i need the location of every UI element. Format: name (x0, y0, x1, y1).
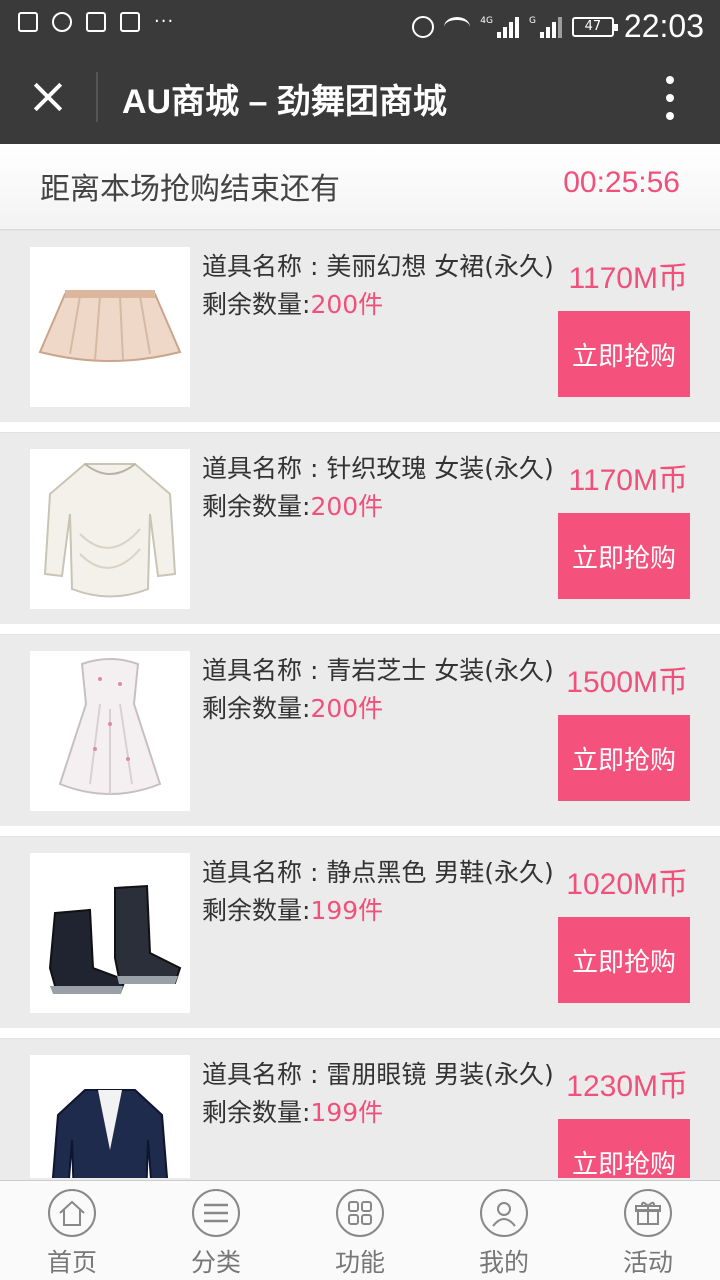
menu-icon (192, 1189, 240, 1237)
wechat-notification-icon (52, 12, 72, 32)
countdown-banner: 距离本场抢购结束还有 00:25:56 (0, 144, 720, 230)
title-bar: AU商城 – 劲舞团商城 (0, 50, 720, 144)
nav-item-mine[interactable]: 我的 (432, 1181, 576, 1280)
product-price: 1170M币 (568, 262, 688, 295)
product-price: 1230M币 (566, 1070, 688, 1103)
nav-label-features: 功能 (334, 1248, 385, 1277)
product-quantity: 剩余数量:199件 (202, 896, 384, 925)
nav-label-activity: 活动 (622, 1248, 673, 1277)
bottom-nav: 首页 分类 功能 我的 活动 (0, 1180, 720, 1280)
nav-item-features[interactable]: 功能 (288, 1181, 432, 1280)
sim1-network-label: 4G (480, 15, 493, 26)
nav-item-category[interactable]: 分类 (144, 1181, 288, 1280)
buy-now-button[interactable]: 立即抢购 (558, 917, 690, 1003)
battery-icon: 47 (571, 16, 618, 37)
status-time: 22:03 (623, 8, 704, 44)
close-icon[interactable] (20, 72, 76, 122)
product-image-jacket[interactable] (30, 1055, 190, 1178)
product-image-dress[interactable] (30, 651, 190, 811)
product-quantity: 剩余数量:200件 (202, 290, 384, 319)
home-icon (48, 1189, 96, 1237)
product-name: 道具名称 : 静点黑色 男鞋(永久) (202, 858, 554, 887)
countdown-label: 距离本场抢购结束还有 (40, 172, 340, 207)
buy-now-button[interactable]: 立即抢购 (558, 513, 690, 599)
product-quantity: 剩余数量:200件 (202, 492, 384, 521)
page-title: AU商城 – 劲舞团商城 (122, 83, 447, 121)
nav-item-home[interactable]: 首页 (0, 1181, 144, 1280)
user-icon (480, 1189, 528, 1237)
nav-item-activity[interactable]: 活动 (576, 1181, 720, 1280)
product-price: 1170M币 (568, 464, 688, 497)
product-price: 1500M币 (566, 666, 688, 699)
product-name: 道具名称 : 青岩芝士 女装(永久) (202, 656, 554, 685)
product-image-knit-top[interactable] (30, 449, 190, 609)
product-item: 道具名称 : 针织玫瑰 女装(永久) 剩余数量:200件 1170M币 立即抢购 (0, 432, 720, 634)
sim2-network-label: G (528, 15, 536, 26)
product-quantity: 剩余数量:199件 (202, 1098, 384, 1127)
grid-icon (336, 1189, 384, 1237)
signal-sim1-icon: 4G (480, 16, 519, 38)
product-list[interactable]: 道具名称 : 美丽幻想 女裙(永久) 剩余数量:200件 1170M币 立即抢购… (0, 230, 720, 1178)
product-price: 1020M币 (566, 868, 688, 901)
alarm-icon (412, 15, 435, 38)
product-item: 道具名称 : 青岩芝士 女装(永久) 剩余数量:200件 1500M币 立即抢购 (0, 634, 720, 836)
buy-now-button[interactable]: 立即抢购 (558, 1119, 690, 1178)
message-notification-icon (86, 12, 106, 32)
buy-now-button[interactable]: 立即抢购 (558, 715, 690, 801)
image-notification-icon (18, 12, 38, 32)
nav-label-mine: 我的 (478, 1248, 529, 1277)
buy-now-button[interactable]: 立即抢购 (558, 311, 690, 397)
product-item: 道具名称 : 雷朋眼镜 男装(永久) 剩余数量:199件 1230M币 立即抢购 (0, 1038, 720, 1178)
gift-icon (624, 1189, 672, 1237)
countdown-timer: 00:25:56 (563, 166, 680, 199)
product-name: 道具名称 : 美丽幻想 女裙(永久) (202, 252, 554, 281)
product-quantity: 剩余数量:200件 (202, 694, 384, 723)
status-bar: ··· 4G G 47 22:03 (0, 0, 720, 50)
product-name: 道具名称 : 针织玫瑰 女装(永久) (202, 454, 554, 483)
app-notification-icon (120, 12, 140, 32)
nav-label-home: 首页 (46, 1248, 97, 1277)
nav-label-category: 分类 (190, 1248, 241, 1277)
product-item: 道具名称 : 美丽幻想 女裙(永久) 剩余数量:200件 1170M币 立即抢购 (0, 230, 720, 432)
product-image-skirt[interactable] (30, 247, 190, 407)
title-divider (96, 72, 98, 122)
product-name: 道具名称 : 雷朋眼镜 男装(永久) (202, 1060, 554, 1089)
product-image-shoes[interactable] (30, 853, 190, 1013)
wifi-icon (444, 16, 471, 37)
more-options-icon[interactable] (664, 76, 676, 120)
product-item: 道具名称 : 静点黑色 男鞋(永久) 剩余数量:199件 1020M币 立即抢购 (0, 836, 720, 1038)
signal-sim2-icon: G (529, 16, 562, 38)
more-notifications-icon: ··· (154, 11, 175, 32)
